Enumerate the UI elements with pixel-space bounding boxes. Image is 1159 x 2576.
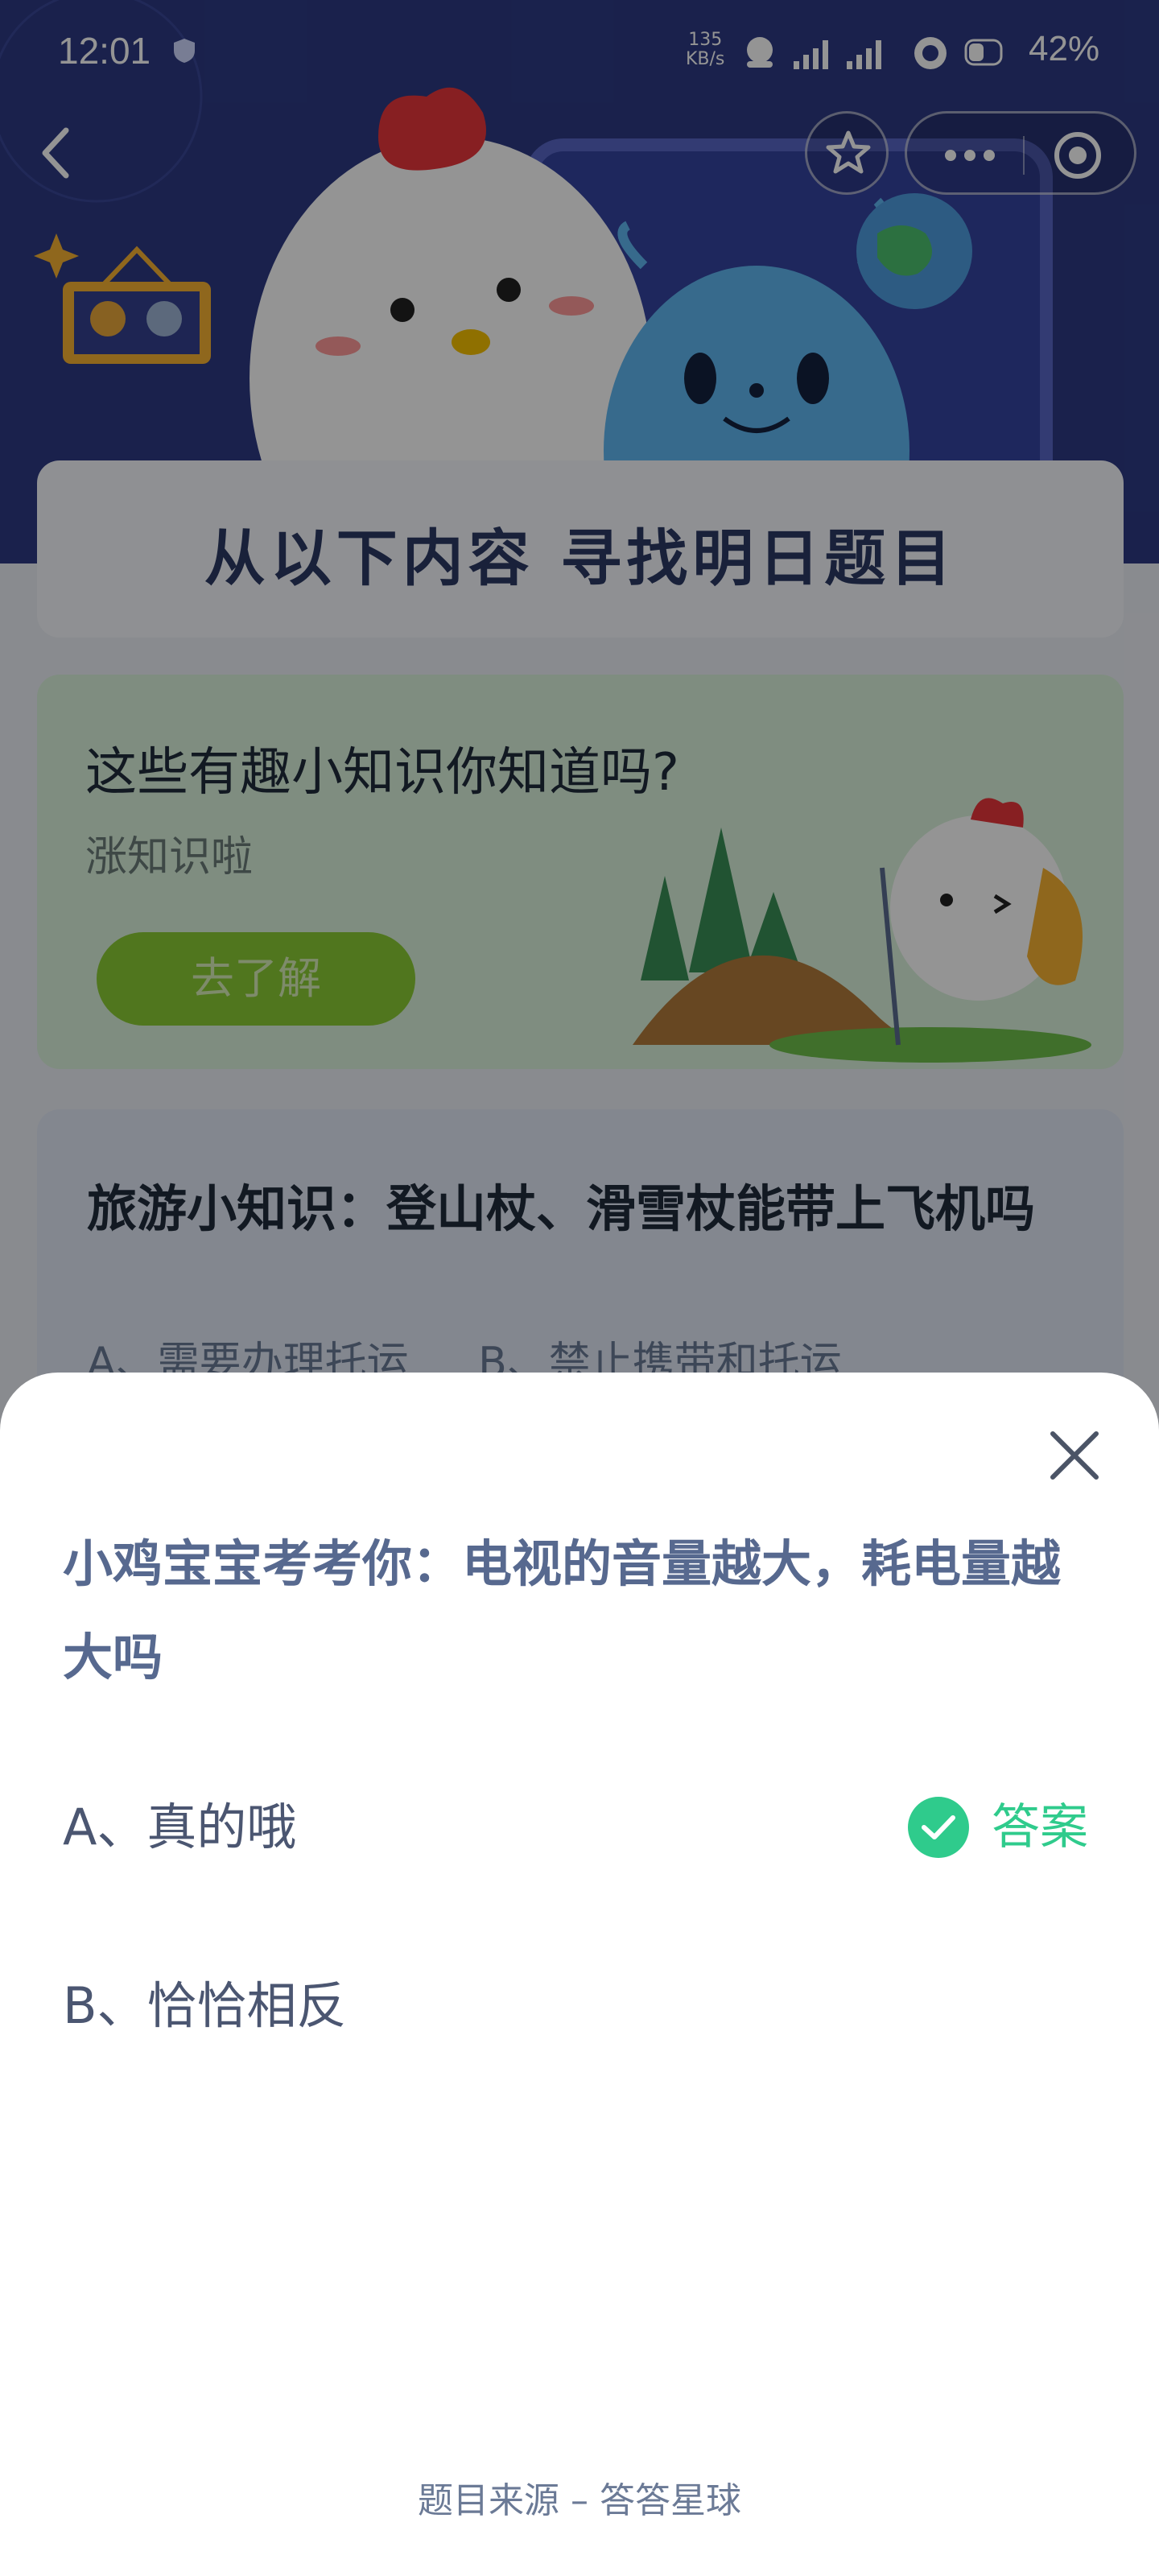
option-b-label: B、恰恰相反 [63,1976,347,2035]
quiz-question: 小鸡宝宝考考你：电视的音量越大，耗电量越大吗 [63,1534,1062,1686]
checkmark-icon [922,1815,955,1839]
option-a-label: A、真的哦 [63,1798,297,1856]
question-source: 题目来源 – 答答星球 [418,2480,741,2521]
answer-label: 答案 [992,1799,1088,1856]
close-icon[interactable] [1046,1427,1103,1484]
answer-indicator: 答案 [908,1779,1101,1876]
check-circle-icon [908,1797,969,1858]
option-b[interactable]: B、恰恰相反 [63,1958,1101,2054]
option-a[interactable]: A、真的哦 答案 [63,1779,1101,1876]
